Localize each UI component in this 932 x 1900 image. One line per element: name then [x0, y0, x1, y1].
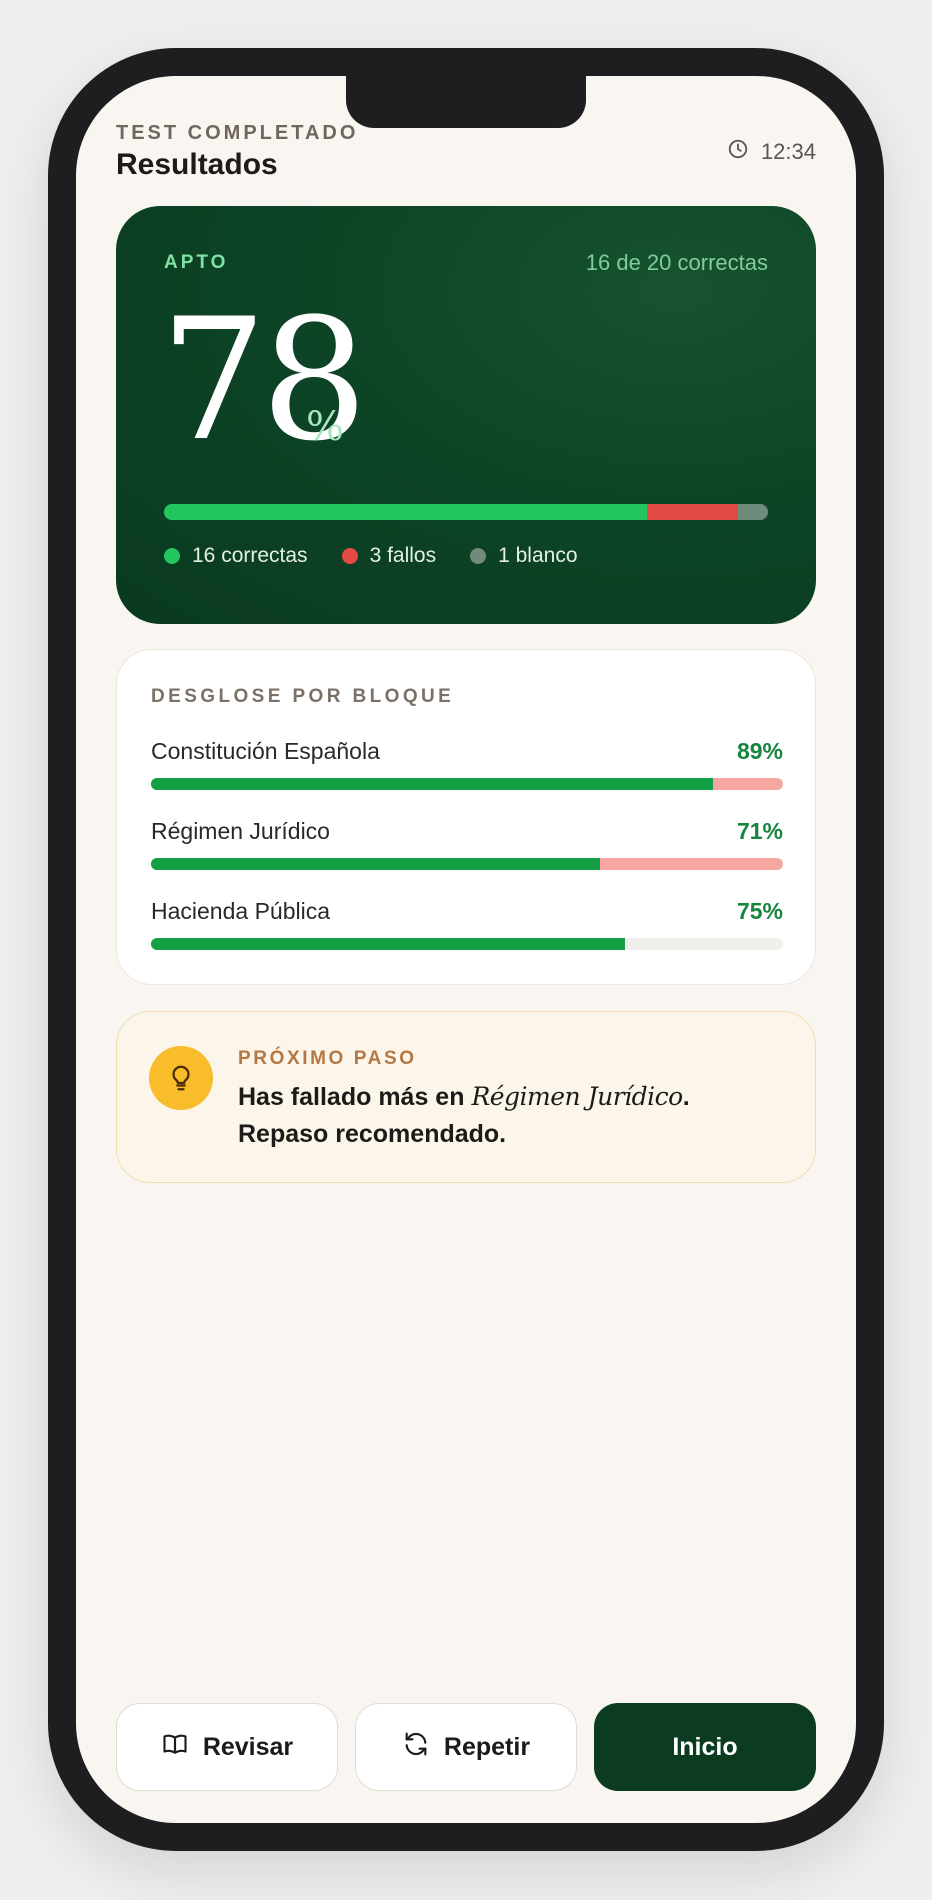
legend-item-correct: 16 correctas	[164, 544, 308, 568]
breakdown-row-label: Hacienda Pública	[151, 898, 331, 924]
legend-label: 16 correctas	[192, 544, 308, 567]
repeat-button-label: Repetir	[443, 1732, 531, 1761]
green-dot-icon	[164, 548, 180, 564]
legend-item-fails: 3 fallos	[341, 544, 437, 568]
breakdown-row-bar	[151, 858, 783, 870]
screen: TEST COMPLETADO Resultados 12:34 APTO 16…	[76, 76, 856, 1823]
status-badge: APTO	[164, 252, 229, 273]
breakdown-title: DESGLOSE POR BLOQUE	[151, 686, 455, 707]
score-bar-correct-segment	[164, 504, 648, 520]
notch	[346, 76, 586, 128]
correct-summary: 16 de 20 correctas	[585, 250, 768, 275]
breakdown-row-percent: 71%	[736, 818, 783, 844]
score-bar-fail-segment	[647, 504, 738, 520]
repeat-button[interactable]: Repetir	[355, 1703, 577, 1791]
legend-item-blank: 1 blanco	[470, 544, 578, 568]
score-card: APTO 16 de 20 correctas 78 % 16 correcta…	[116, 206, 816, 624]
clock-icon	[727, 138, 749, 166]
book-icon	[161, 1730, 189, 1765]
breakdown-bar-fill	[151, 938, 625, 950]
timer-value: 12:34	[760, 139, 816, 164]
breakdown-row-percent: 89%	[736, 738, 783, 764]
next-step-text-before: Has fallado más en	[238, 1083, 472, 1111]
breakdown-bar-fill	[151, 858, 600, 870]
breakdown-card: DESGLOSE POR BLOQUE Constitución Español…	[116, 649, 816, 985]
refresh-icon	[402, 1730, 430, 1765]
score-progress-bar	[164, 504, 768, 520]
breakdown-row-percent: 75%	[736, 898, 783, 924]
gray-dot-icon	[470, 548, 487, 564]
phone-frame: TEST COMPLETADO Resultados 12:34 APTO 16…	[48, 48, 884, 1851]
header-eyebrow: TEST COMPLETADO	[116, 122, 359, 144]
home-button[interactable]: Inicio	[594, 1703, 816, 1791]
breakdown-row-bar	[151, 778, 783, 790]
next-step-topic: Régimen Jurídico	[471, 1082, 683, 1111]
home-button-label: Inicio	[672, 1732, 738, 1761]
review-button-label: Revisar	[202, 1732, 294, 1761]
lightbulb-icon	[149, 1046, 213, 1110]
timer: 12:34	[727, 138, 816, 166]
legend-label: 3 fallos	[369, 544, 437, 567]
breakdown-row-bar	[151, 938, 783, 950]
red-dot-icon	[341, 548, 358, 564]
next-step-card: PRÓXIMO PASO Has fallado más en Régimen …	[116, 1011, 816, 1183]
next-step-text: Has fallado más en Régimen Jurídico. Rep…	[238, 1078, 778, 1153]
score-percent-sign: %	[306, 404, 345, 450]
breakdown-bar-fill	[151, 778, 714, 790]
score-legend: 16 correctas 3 fallos 1 blanco	[164, 544, 578, 568]
next-step-label: PRÓXIMO PASO	[238, 1048, 417, 1069]
page-title: Resultados	[116, 148, 278, 181]
breakdown-row-label: Constitución Española	[151, 738, 380, 764]
legend-label: 1 blanco	[498, 544, 578, 567]
breakdown-row-label: Régimen Jurídico	[151, 818, 330, 844]
score-bar-blank-segment	[737, 504, 768, 520]
review-button[interactable]: Revisar	[116, 1703, 338, 1791]
